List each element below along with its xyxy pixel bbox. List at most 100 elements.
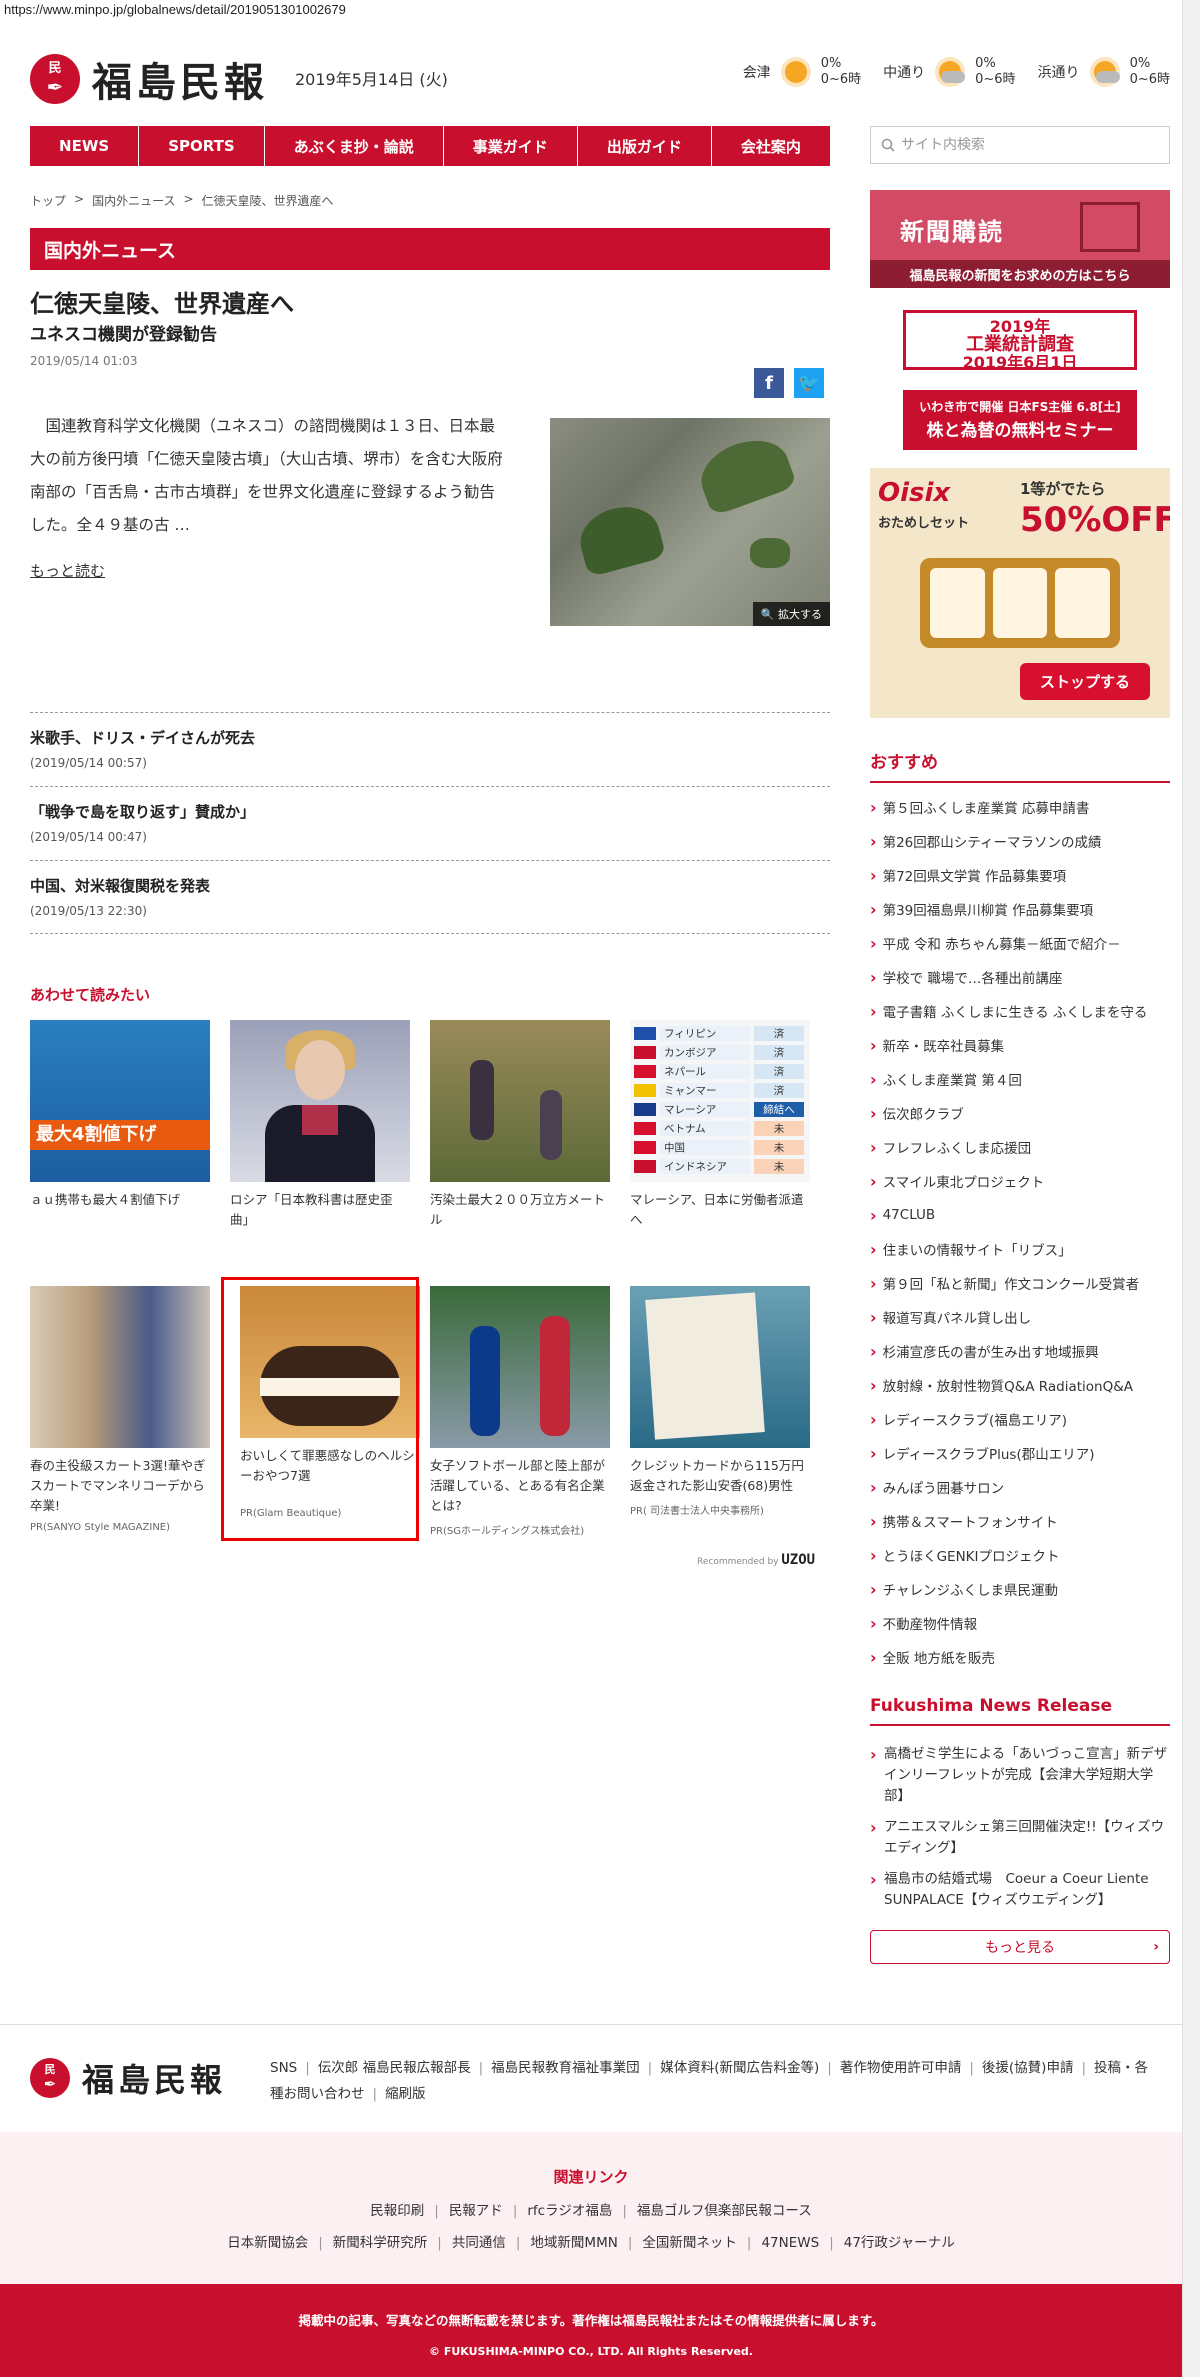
recommend-item[interactable]: みんぽう囲碁サロン: [870, 1470, 1170, 1504]
related-card-title[interactable]: ａｕ携帯も最大４割値下げ: [30, 1190, 210, 1210]
recommend-item[interactable]: 第72回県文学賞 作品募集要項: [870, 858, 1170, 892]
breadcrumb-world-news[interactable]: 国内外ニュース: [92, 192, 175, 209]
recommend-item[interactable]: 新卒・既卒社員募集: [870, 1028, 1170, 1062]
subscribe-banner[interactable]: 新聞購読 福島民報の新聞をお求めの方はこちら: [870, 190, 1170, 288]
related-card[interactable]: ロシア「日本教科書は歴史歪曲」: [230, 1020, 410, 1230]
recommend-item[interactable]: チャレンジふくしま県民運動: [870, 1572, 1170, 1606]
nav-news[interactable]: NEWS: [30, 126, 140, 166]
read-more-link[interactable]: もっと読む: [30, 560, 105, 581]
recommend-item[interactable]: フレフレふくしま応援団: [870, 1130, 1170, 1164]
related-link[interactable]: 共同通信: [452, 2235, 506, 2251]
recommend-item[interactable]: 第26回郡山シティーマラソンの成績: [870, 824, 1170, 858]
nav-abukumasho[interactable]: あぶくま抄・論説: [265, 126, 444, 166]
oisix-stop-button[interactable]: ストップする: [1019, 663, 1150, 700]
footer-link[interactable]: 福島民報教育福祉事業団: [491, 2060, 640, 2076]
recommend-item[interactable]: 平成 令和 赤ちゃん募集－紙面で紹介－: [870, 926, 1170, 960]
uzou-logo[interactable]: UZOU: [781, 1552, 815, 1568]
footer-link[interactable]: 縮刷版: [385, 2086, 426, 2102]
related-link[interactable]: 47行政ジャーナル: [844, 2235, 955, 2251]
recommend-item[interactable]: レディースクラブPlus(郡山エリア): [870, 1436, 1170, 1470]
list-item[interactable]: 「戦争で島を取り返す」賛成か」 (2019/05/14 00:47): [30, 786, 830, 860]
related-card-title[interactable]: マレーシア、日本に労働者派遣へ: [630, 1190, 810, 1230]
page-scrollbar[interactable]: [1182, 0, 1200, 2377]
related-thumbnail[interactable]: フィリピン済カンボジア済ネパール済ミャンマー済マレーシア 締結へ ベトナム未中国未イ…: [630, 1020, 810, 1182]
footer-logo[interactable]: 民 ✒ 福島民報: [30, 2055, 226, 2101]
footer-link[interactable]: 後援(協賛)申請: [982, 2060, 1074, 2076]
list-item[interactable]: 米歌手、ドリス・デイさんが死去 (2019/05/14 00:57): [30, 712, 830, 786]
recommend-item[interactable]: 第５回ふくしま産業賞 応募申請書: [870, 790, 1170, 824]
country-name: 中国: [660, 1140, 750, 1155]
recommend-item[interactable]: レディースクラブ(福島エリア): [870, 1402, 1170, 1436]
recommend-item[interactable]: 第９回「私と新聞」作文コンクール受賞者: [870, 1266, 1170, 1300]
related-link[interactable]: 民報印刷: [370, 2203, 424, 2219]
ad-oisix[interactable]: Oisix おためしセット 1等がでたら 50%OFF! ストップする: [870, 468, 1170, 718]
footer-link[interactable]: SNS: [270, 2060, 297, 2076]
facebook-share-icon[interactable]: f: [754, 368, 784, 398]
site-logo[interactable]: 民 ✒ 福島民報: [30, 50, 268, 108]
sponsored-card-title[interactable]: クレジットカードから115万円返金された影山安香(68)男性: [630, 1456, 810, 1496]
recommend-item[interactable]: ふくしま産業賞 第４回: [870, 1062, 1170, 1096]
recommend-item[interactable]: 放射線・放射性物質Q&A RadiationQ&A: [870, 1368, 1170, 1402]
sponsored-card-title[interactable]: 春の主役級スカート3選!華やぎスカートでマンネリコーデから卒業!: [30, 1456, 210, 1516]
sponsored-card[interactable]: 女子ソフトボール部と陸上部が活躍している、とある有名企業とは? PR(SGホール…: [430, 1286, 610, 1537]
recommend-item[interactable]: 不動産物件情報: [870, 1606, 1170, 1640]
nav-company[interactable]: 会社案内: [712, 126, 830, 166]
nav-publishing-guide[interactable]: 出版ガイド: [578, 126, 712, 166]
recommend-item[interactable]: 杉浦宣彦氏の書が生み出す地域振興: [870, 1334, 1170, 1368]
related-thumbnail[interactable]: [430, 1020, 610, 1182]
recommend-item[interactable]: とうほくGENKIプロジェクト: [870, 1538, 1170, 1572]
related-link[interactable]: rfcラジオ福島: [527, 2203, 612, 2219]
footer-link[interactable]: 著作物使用許可申請: [840, 2060, 962, 2076]
sponsored-card-title[interactable]: 女子ソフトボール部と陸上部が活躍している、とある有名企業とは?: [430, 1456, 610, 1516]
sponsored-card[interactable]: 春の主役級スカート3選!華やぎスカートでマンネリコーデから卒業! PR(SANY…: [30, 1286, 210, 1537]
ad-industry-survey[interactable]: 2019年 工業統計調査 2019年6月1日: [903, 310, 1137, 372]
news-title[interactable]: 米歌手、ドリス・デイさんが死去: [30, 727, 830, 748]
footer-link[interactable]: 伝次郎 福島民報広報部長: [318, 2060, 471, 2076]
search-input[interactable]: [901, 137, 1151, 153]
recommend-item[interactable]: 電子書籍 ふくしまに生きる ふくしまを守る: [870, 994, 1170, 1028]
recommend-item[interactable]: 全販 地方紙を販売: [870, 1640, 1170, 1674]
recommend-item[interactable]: 住まいの情報サイト「リブス」: [870, 1232, 1170, 1266]
related-thumbnail[interactable]: [230, 1020, 410, 1182]
related-link[interactable]: 新聞科学研究所: [333, 2235, 428, 2251]
nav-sports[interactable]: SPORTS: [139, 126, 265, 166]
nav-business-guide[interactable]: 事業ガイド: [444, 126, 578, 166]
related-card-title[interactable]: ロシア「日本教科書は歴史歪曲」: [230, 1190, 410, 1230]
related-card[interactable]: 最大4割値下げ ａｕ携帯も最大４割値下げ: [30, 1020, 210, 1230]
related-link[interactable]: 福島ゴルフ倶楽部民報コース: [637, 2203, 812, 2219]
twitter-share-icon[interactable]: 🐦: [794, 368, 824, 398]
list-item[interactable]: 中国、対米報復関税を発表 (2019/05/13 22:30): [30, 860, 830, 934]
related-thumbnail[interactable]: 最大4割値下げ: [30, 1020, 210, 1182]
news-title[interactable]: 「戦争で島を取り返す」賛成か」: [30, 801, 830, 822]
sponsored-thumbnail[interactable]: [630, 1286, 810, 1448]
related-link[interactable]: 民報アド: [449, 2203, 503, 2219]
related-link[interactable]: 日本新聞協会: [227, 2235, 308, 2251]
recommend-item[interactable]: 47CLUB: [870, 1198, 1170, 1232]
related-link[interactable]: 全国新聞ネット: [642, 2235, 737, 2251]
more-button[interactable]: もっと見る ›: [870, 1930, 1170, 1964]
sponsored-card[interactable]: クレジットカードから115万円返金された影山安香(68)男性 PR( 司法書士法…: [630, 1286, 810, 1537]
news-release-item[interactable]: 高橋ゼミ学生による「あいづっこ宣言」新デザインリーフレットが完成【会津大学短期大…: [870, 1744, 1170, 1807]
news-release-item[interactable]: 福島市の結婚式場 Coeur a Coeur Liente SUNPALACE【…: [870, 1869, 1170, 1911]
article-photo[interactable]: 🔍 拡大する: [550, 418, 830, 626]
sponsored-thumbnail[interactable]: [30, 1286, 210, 1448]
related-card[interactable]: 汚染土最大２００万立方メートル: [430, 1020, 610, 1230]
recommend-item[interactable]: 第39回福島県川柳賞 作品募集要項: [870, 892, 1170, 926]
news-release-item[interactable]: アニエスマルシェ第三回開催決定!!【ウィズウエディング】: [870, 1817, 1170, 1859]
ad-fx-seminar[interactable]: いわき市で開催 日本FS主催 6.8[土] 株と為替の無料セミナー: [903, 390, 1137, 450]
recommend-item[interactable]: スマイル東北プロジェクト: [870, 1164, 1170, 1198]
footer-link[interactable]: 媒体資料(新聞広告料金等): [660, 2060, 819, 2076]
news-title[interactable]: 中国、対米報復関税を発表: [30, 875, 830, 896]
related-card-title[interactable]: 汚染土最大２００万立方メートル: [430, 1190, 610, 1230]
related-link[interactable]: 47NEWS: [761, 2235, 819, 2251]
recommend-item[interactable]: 携帯＆スマートフォンサイト: [870, 1504, 1170, 1538]
zoom-button[interactable]: 🔍 拡大する: [752, 602, 830, 626]
recommend-item[interactable]: 報道写真パネル貸し出し: [870, 1300, 1170, 1334]
related-card[interactable]: フィリピン済カンボジア済ネパール済ミャンマー済マレーシア 締結へ ベトナム未中国未イ…: [630, 1020, 810, 1230]
sponsored-thumbnail[interactable]: [430, 1286, 610, 1448]
related-link[interactable]: 地域新聞MMN: [530, 2235, 617, 2251]
breadcrumb-top[interactable]: トップ: [30, 192, 66, 209]
recommend-item[interactable]: 伝次郎クラブ: [870, 1096, 1170, 1130]
recommend-item[interactable]: 学校で 職場で…各種出前講座: [870, 960, 1170, 994]
search-icon[interactable]: [881, 138, 895, 152]
